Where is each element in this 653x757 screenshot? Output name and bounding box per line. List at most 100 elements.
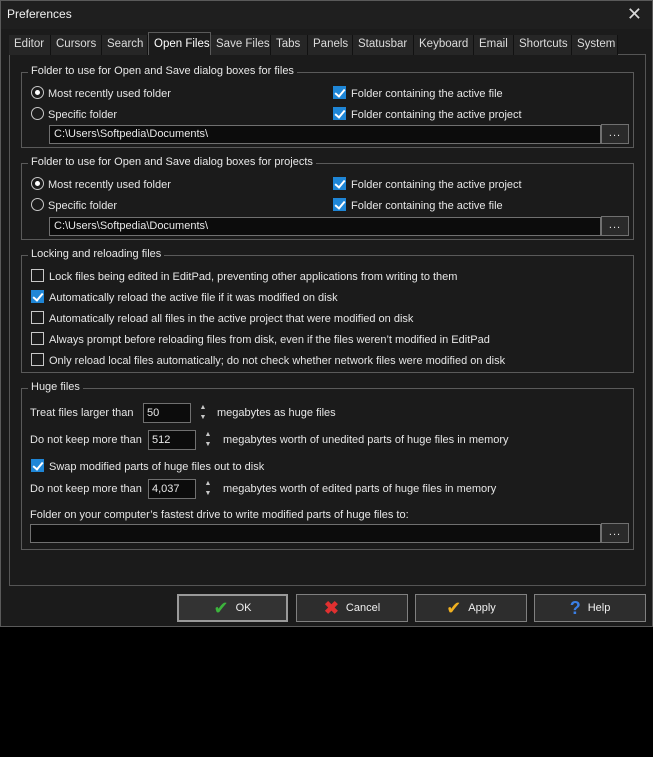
reload-project-files-label: Automatically reload all files in the ac… [49, 313, 414, 325]
checkbox-unchecked-icon [31, 269, 44, 282]
ok-button[interactable]: ✔ OK [177, 594, 288, 622]
window-title: Preferences [7, 7, 72, 21]
tab-panel-open-files: Folder to use for Open and Save dialog b… [9, 54, 646, 586]
files-radio-specific[interactable]: Specific folder [31, 107, 117, 123]
checkbox-unchecked-icon [31, 311, 44, 324]
files-radio-specific-label: Specific folder [48, 109, 118, 121]
tab-editor[interactable]: Editor [9, 35, 51, 55]
tab-keyboard[interactable]: Keyboard [414, 35, 474, 55]
question-mark-icon: ? [569, 598, 581, 618]
reload-active-file-label: Automatically reload the active file if … [49, 292, 338, 304]
tab-system[interactable]: System [572, 35, 618, 55]
swap-label: Swap modified parts of huge files out to… [49, 461, 265, 473]
tab-search[interactable]: Search [102, 35, 148, 55]
projects-check-active-project[interactable]: Folder containing the active project [333, 177, 522, 193]
checkbox-checked-icon [333, 86, 346, 99]
help-button[interactable]: ? Help [534, 594, 646, 622]
spin-down-icon[interactable]: ▼ [196, 413, 210, 423]
files-check-active-file[interactable]: Folder containing the active file [333, 86, 503, 102]
projects-browse-button[interactable]: ... [601, 216, 629, 236]
files-check-active-file-label: Folder containing the active file [351, 88, 503, 100]
tab-open-files[interactable]: Open Files [148, 32, 211, 55]
files-browse-button[interactable]: ... [601, 124, 629, 144]
reload-project-files-option[interactable]: Automatically reload all files in the ac… [31, 311, 413, 327]
tab-shortcuts[interactable]: Shortcuts [514, 35, 572, 55]
apply-check-icon: ✔ [446, 598, 462, 618]
always-prompt-label: Always prompt before reloading files fro… [49, 334, 490, 346]
treat-size-spinner[interactable] [143, 403, 191, 423]
close-icon[interactable]: ✕ [627, 4, 642, 25]
checkbox-unchecked-icon [31, 353, 44, 366]
title-bar: Preferences ✕ [1, 1, 652, 29]
spin-up-icon[interactable]: ▲ [201, 479, 215, 489]
preferences-window: Preferences ✕ SOFTPEDIA Folder to use fo… [0, 0, 653, 627]
ok-label: OK [235, 602, 252, 614]
help-label: Help [587, 602, 611, 614]
checkbox-checked-icon [333, 177, 346, 190]
checkbox-checked-icon [31, 290, 44, 303]
locking-group-title: Locking and reloading files [28, 248, 165, 260]
files-check-active-project[interactable]: Folder containing the active project [333, 107, 522, 123]
treat-suffix-label: megabytes as huge files [217, 407, 336, 419]
swap-folder-label: Folder on your computer’s fastest drive … [30, 509, 409, 521]
cancel-label: Cancel [345, 602, 381, 614]
apply-button[interactable]: ✔ Apply [415, 594, 527, 622]
tab-panels[interactable]: Panels [308, 35, 353, 55]
keep-unedited-spinner[interactable] [148, 430, 196, 450]
projects-group-title: Folder to use for Open and Save dialog b… [28, 156, 316, 168]
projects-check-active-file-label: Folder containing the active file [351, 200, 503, 212]
projects-radio-specific[interactable]: Specific folder [31, 198, 117, 214]
only-local-label: Only reload local files automatically; d… [49, 355, 506, 367]
tab-statusbar[interactable]: Statusbar [353, 35, 414, 55]
only-local-option[interactable]: Only reload local files automatically; d… [31, 353, 505, 369]
treat-prefix-label: Treat files larger than [30, 407, 134, 419]
files-check-active-project-label: Folder containing the active project [351, 109, 522, 121]
huge-files-group-title: Huge files [28, 381, 83, 393]
keep-unedited-suffix-label: megabytes worth of unedited parts of hug… [223, 434, 509, 446]
swap-folder-field[interactable] [30, 524, 601, 543]
files-radio-recent[interactable]: Most recently used folder [31, 86, 171, 102]
projects-check-active-file[interactable]: Folder containing the active file [333, 198, 503, 214]
files-folder-group: Folder to use for Open and Save dialog b… [21, 65, 634, 148]
lock-files-label: Lock files being edited in EditPad, prev… [49, 271, 458, 283]
treat-size-stepper [196, 737, 210, 757]
projects-path-field[interactable]: C:\Users\Softpedia\Documents\ [49, 217, 601, 236]
tab-save-files[interactable]: Save Files [211, 35, 271, 55]
spin-down-icon[interactable]: ▼ [201, 440, 215, 450]
files-path-field[interactable]: C:\Users\Softpedia\Documents\ [49, 125, 601, 144]
projects-radio-recent-label: Most recently used folder [48, 179, 171, 191]
radio-unselected-icon [31, 198, 44, 211]
projects-check-active-project-label: Folder containing the active project [351, 179, 522, 191]
checkbox-unchecked-icon [31, 332, 44, 345]
spin-up-icon[interactable]: ▲ [196, 403, 210, 413]
projects-radio-recent[interactable]: Most recently used folder [31, 177, 171, 193]
radio-selected-icon [31, 86, 44, 99]
checkbox-checked-icon [333, 107, 346, 120]
apply-label: Apply [468, 602, 496, 614]
always-prompt-option[interactable]: Always prompt before reloading files fro… [31, 332, 490, 348]
keep-edited-spinner[interactable] [148, 479, 196, 499]
keep-unedited-input[interactable] [149, 431, 195, 449]
files-radio-recent-label: Most recently used folder [48, 88, 171, 100]
radio-unselected-icon [31, 107, 44, 120]
lock-files-option[interactable]: Lock files being edited in EditPad, prev… [31, 269, 457, 285]
keep-edited-suffix-label: megabytes worth of edited parts of huge … [223, 483, 497, 495]
checkbox-checked-icon [31, 459, 44, 472]
spin-up-icon[interactable]: ▲ [201, 430, 215, 440]
tab-tabs[interactable]: Tabs [271, 35, 308, 55]
radio-selected-icon [31, 177, 44, 190]
checkbox-checked-icon [333, 198, 346, 211]
treat-size-input[interactable] [144, 404, 190, 422]
spin-down-icon[interactable]: ▼ [201, 489, 215, 499]
projects-radio-specific-label: Specific folder [48, 200, 118, 212]
swap-option[interactable]: Swap modified parts of huge files out to… [31, 459, 264, 475]
swap-folder-browse-button[interactable]: ... [601, 523, 629, 543]
locking-group: Locking and reloading files Lock files b… [21, 248, 634, 373]
keep-edited-input[interactable] [149, 480, 195, 498]
reload-active-file-option[interactable]: Automatically reload the active file if … [31, 290, 338, 306]
keep-edited-prefix-label: Do not keep more than [30, 483, 142, 495]
cancel-button[interactable]: ✖ Cancel [296, 594, 408, 622]
tab-cursors[interactable]: Cursors [51, 35, 102, 55]
huge-files-group: Huge files Treat files larger than ▲ ▼ m… [21, 381, 634, 550]
tab-email[interactable]: Email [474, 35, 514, 55]
